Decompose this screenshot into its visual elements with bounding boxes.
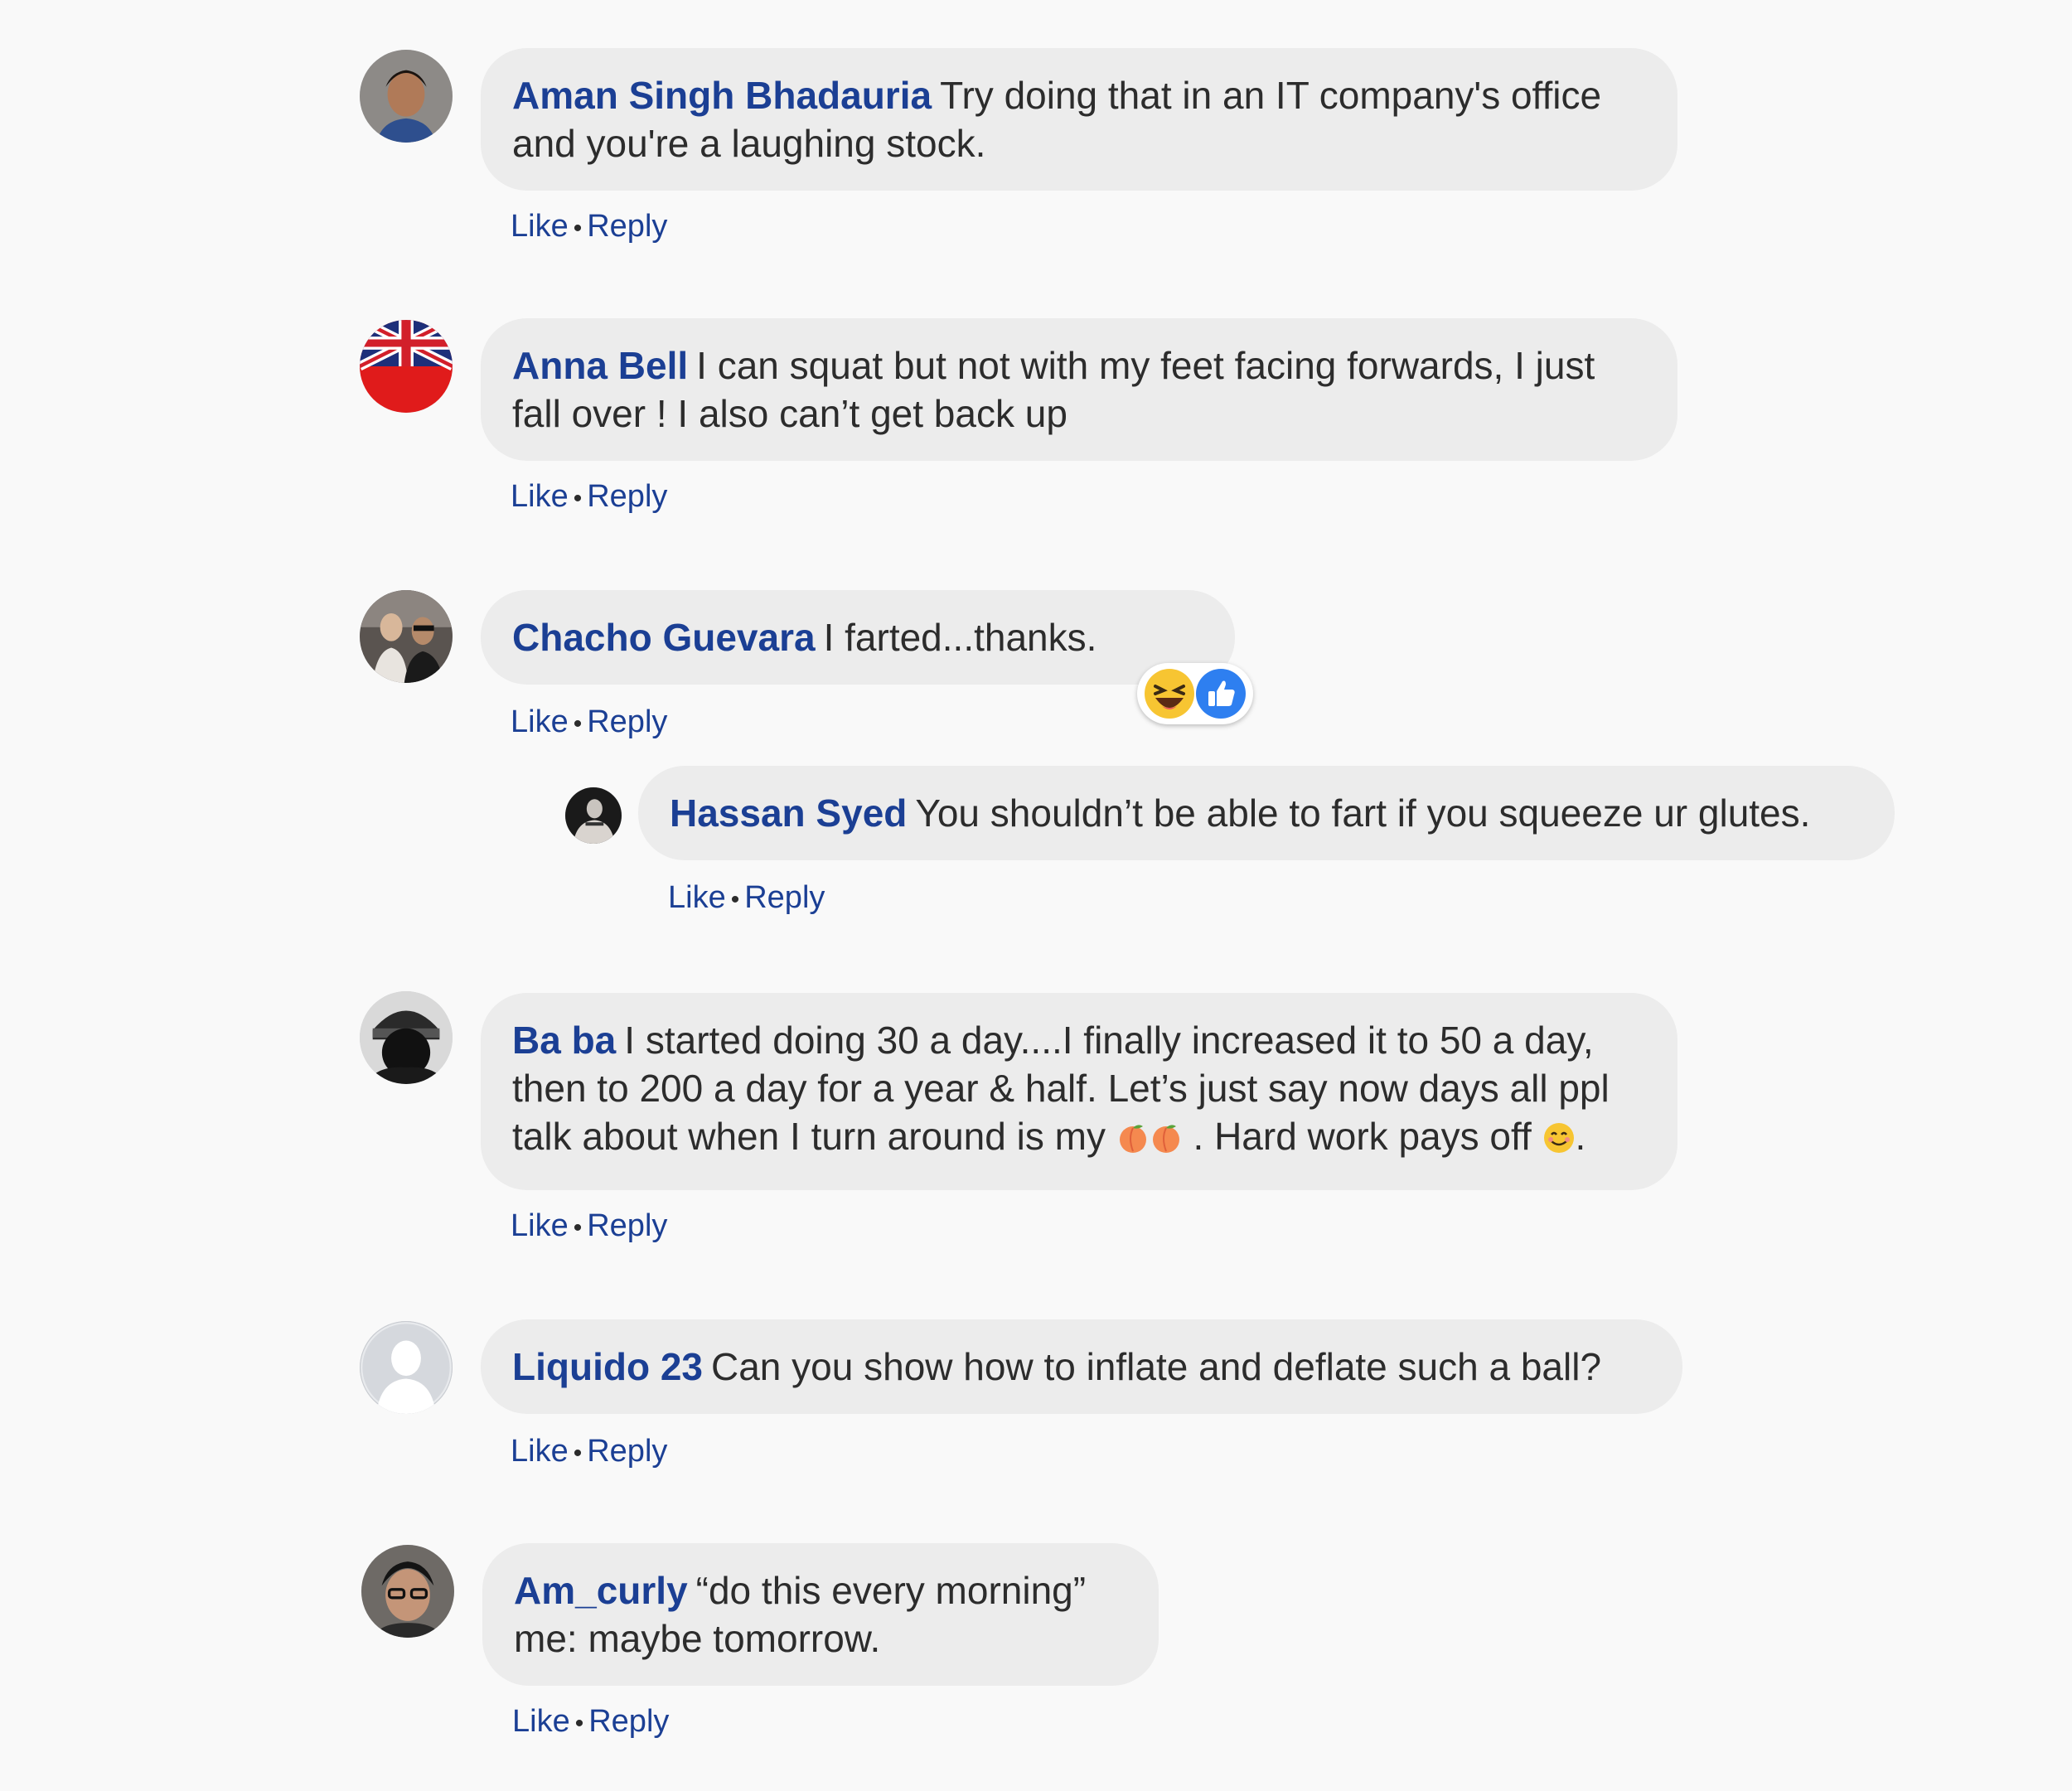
reply-link[interactable]: Reply xyxy=(587,479,667,514)
comment-actions: Like • Reply xyxy=(511,1434,667,1469)
separator-dot: • xyxy=(573,1214,583,1242)
smile-emoji-icon xyxy=(1543,1123,1574,1153)
separator-dot: • xyxy=(730,886,740,913)
person-photo-icon xyxy=(360,991,453,1084)
comment-text: . xyxy=(1575,1115,1586,1158)
comment-bubble: Am_curly “do this every morning” me: mayb… xyxy=(482,1543,1159,1686)
avatar[interactable] xyxy=(565,787,622,844)
like-link[interactable]: Like xyxy=(511,479,569,514)
like-reaction-icon xyxy=(1195,668,1247,719)
reply-link[interactable]: Reply xyxy=(744,880,825,915)
peach-emoji-icon xyxy=(1119,1125,1146,1153)
person-photo-icon xyxy=(360,50,453,143)
person-photo-icon xyxy=(361,1545,454,1638)
avatar[interactable] xyxy=(360,320,453,413)
separator-dot: • xyxy=(573,215,583,242)
laugh-reaction-icon xyxy=(1144,668,1195,719)
reply-link[interactable]: Reply xyxy=(587,209,667,244)
comment-actions: Like • Reply xyxy=(511,209,667,244)
separator-dot: • xyxy=(574,1710,584,1737)
like-link[interactable]: Like xyxy=(511,1208,569,1243)
comment-author[interactable]: Am_curly xyxy=(514,1569,688,1612)
comment-bubble: Chacho Guevara I farted...thanks. xyxy=(481,590,1235,685)
comment-author[interactable]: Hassan Syed xyxy=(670,791,907,835)
flag-avatar-icon xyxy=(360,320,453,413)
comments-thread: Aman Singh Bhadauria Try doing that in an… xyxy=(0,0,2072,1791)
comment-text: . Hard work pays off xyxy=(1193,1115,1532,1158)
reply-link[interactable]: Reply xyxy=(587,1208,667,1243)
avatar[interactable] xyxy=(360,590,453,683)
default-profile-icon xyxy=(360,1321,453,1414)
reactions-badge[interactable] xyxy=(1137,663,1253,724)
separator-dot: • xyxy=(573,1440,583,1467)
avatar[interactable] xyxy=(360,1321,453,1414)
person-photo-icon xyxy=(565,787,622,844)
comment-author[interactable]: Ba ba xyxy=(512,1019,616,1062)
comment-actions: Like • Reply xyxy=(511,479,667,515)
comment-author[interactable]: Liquido 23 xyxy=(512,1345,703,1388)
comment-actions: Like • Reply xyxy=(512,1704,669,1740)
comment-text: “do this every morning” xyxy=(695,1569,1087,1612)
comment-text: I farted...thanks. xyxy=(823,616,1097,659)
comment-bubble: Anna Bell I can squat but not with my fee… xyxy=(481,318,1677,461)
comment-author[interactable]: Chacho Guevara xyxy=(512,616,816,659)
comment-actions: Like • Reply xyxy=(511,1208,667,1244)
separator-dot: • xyxy=(573,710,583,738)
avatar[interactable] xyxy=(360,991,453,1084)
reply-link[interactable]: Reply xyxy=(587,1434,667,1469)
comment-actions: Like • Reply xyxy=(511,704,667,740)
avatar[interactable] xyxy=(361,1545,454,1638)
reply-actions: Like • Reply xyxy=(668,880,825,916)
like-link[interactable]: Like xyxy=(511,704,569,739)
comment-text: me: maybe tomorrow. xyxy=(514,1617,881,1660)
comment-author[interactable]: Anna Bell xyxy=(512,344,688,387)
reply-link[interactable]: Reply xyxy=(587,704,667,739)
comment-bubble: Aman Singh Bhadauria Try doing that in an… xyxy=(481,48,1677,191)
like-link[interactable]: Like xyxy=(512,1704,570,1739)
comment-author[interactable]: Aman Singh Bhadauria xyxy=(512,74,932,117)
like-link[interactable]: Like xyxy=(668,880,726,915)
peach-emoji-icon xyxy=(1152,1125,1179,1153)
reply-bubble: Hassan Syed You shouldn’t be able to fart… xyxy=(638,766,1895,860)
like-link[interactable]: Like xyxy=(511,209,569,244)
reply-link[interactable]: Reply xyxy=(588,1704,669,1739)
comment-bubble: Ba ba I started doing 30 a day....I final… xyxy=(481,993,1677,1190)
comment-bubble: Liquido 23 Can you show how to inflate an… xyxy=(481,1319,1682,1414)
like-link[interactable]: Like xyxy=(511,1434,569,1469)
separator-dot: • xyxy=(573,485,583,512)
comment-text: You shouldn’t be able to fart if you squ… xyxy=(915,791,1811,835)
comment-text: Can you show how to inflate and deflate … xyxy=(711,1345,1602,1388)
group-photo-icon xyxy=(360,590,453,683)
avatar[interactable] xyxy=(360,50,453,143)
